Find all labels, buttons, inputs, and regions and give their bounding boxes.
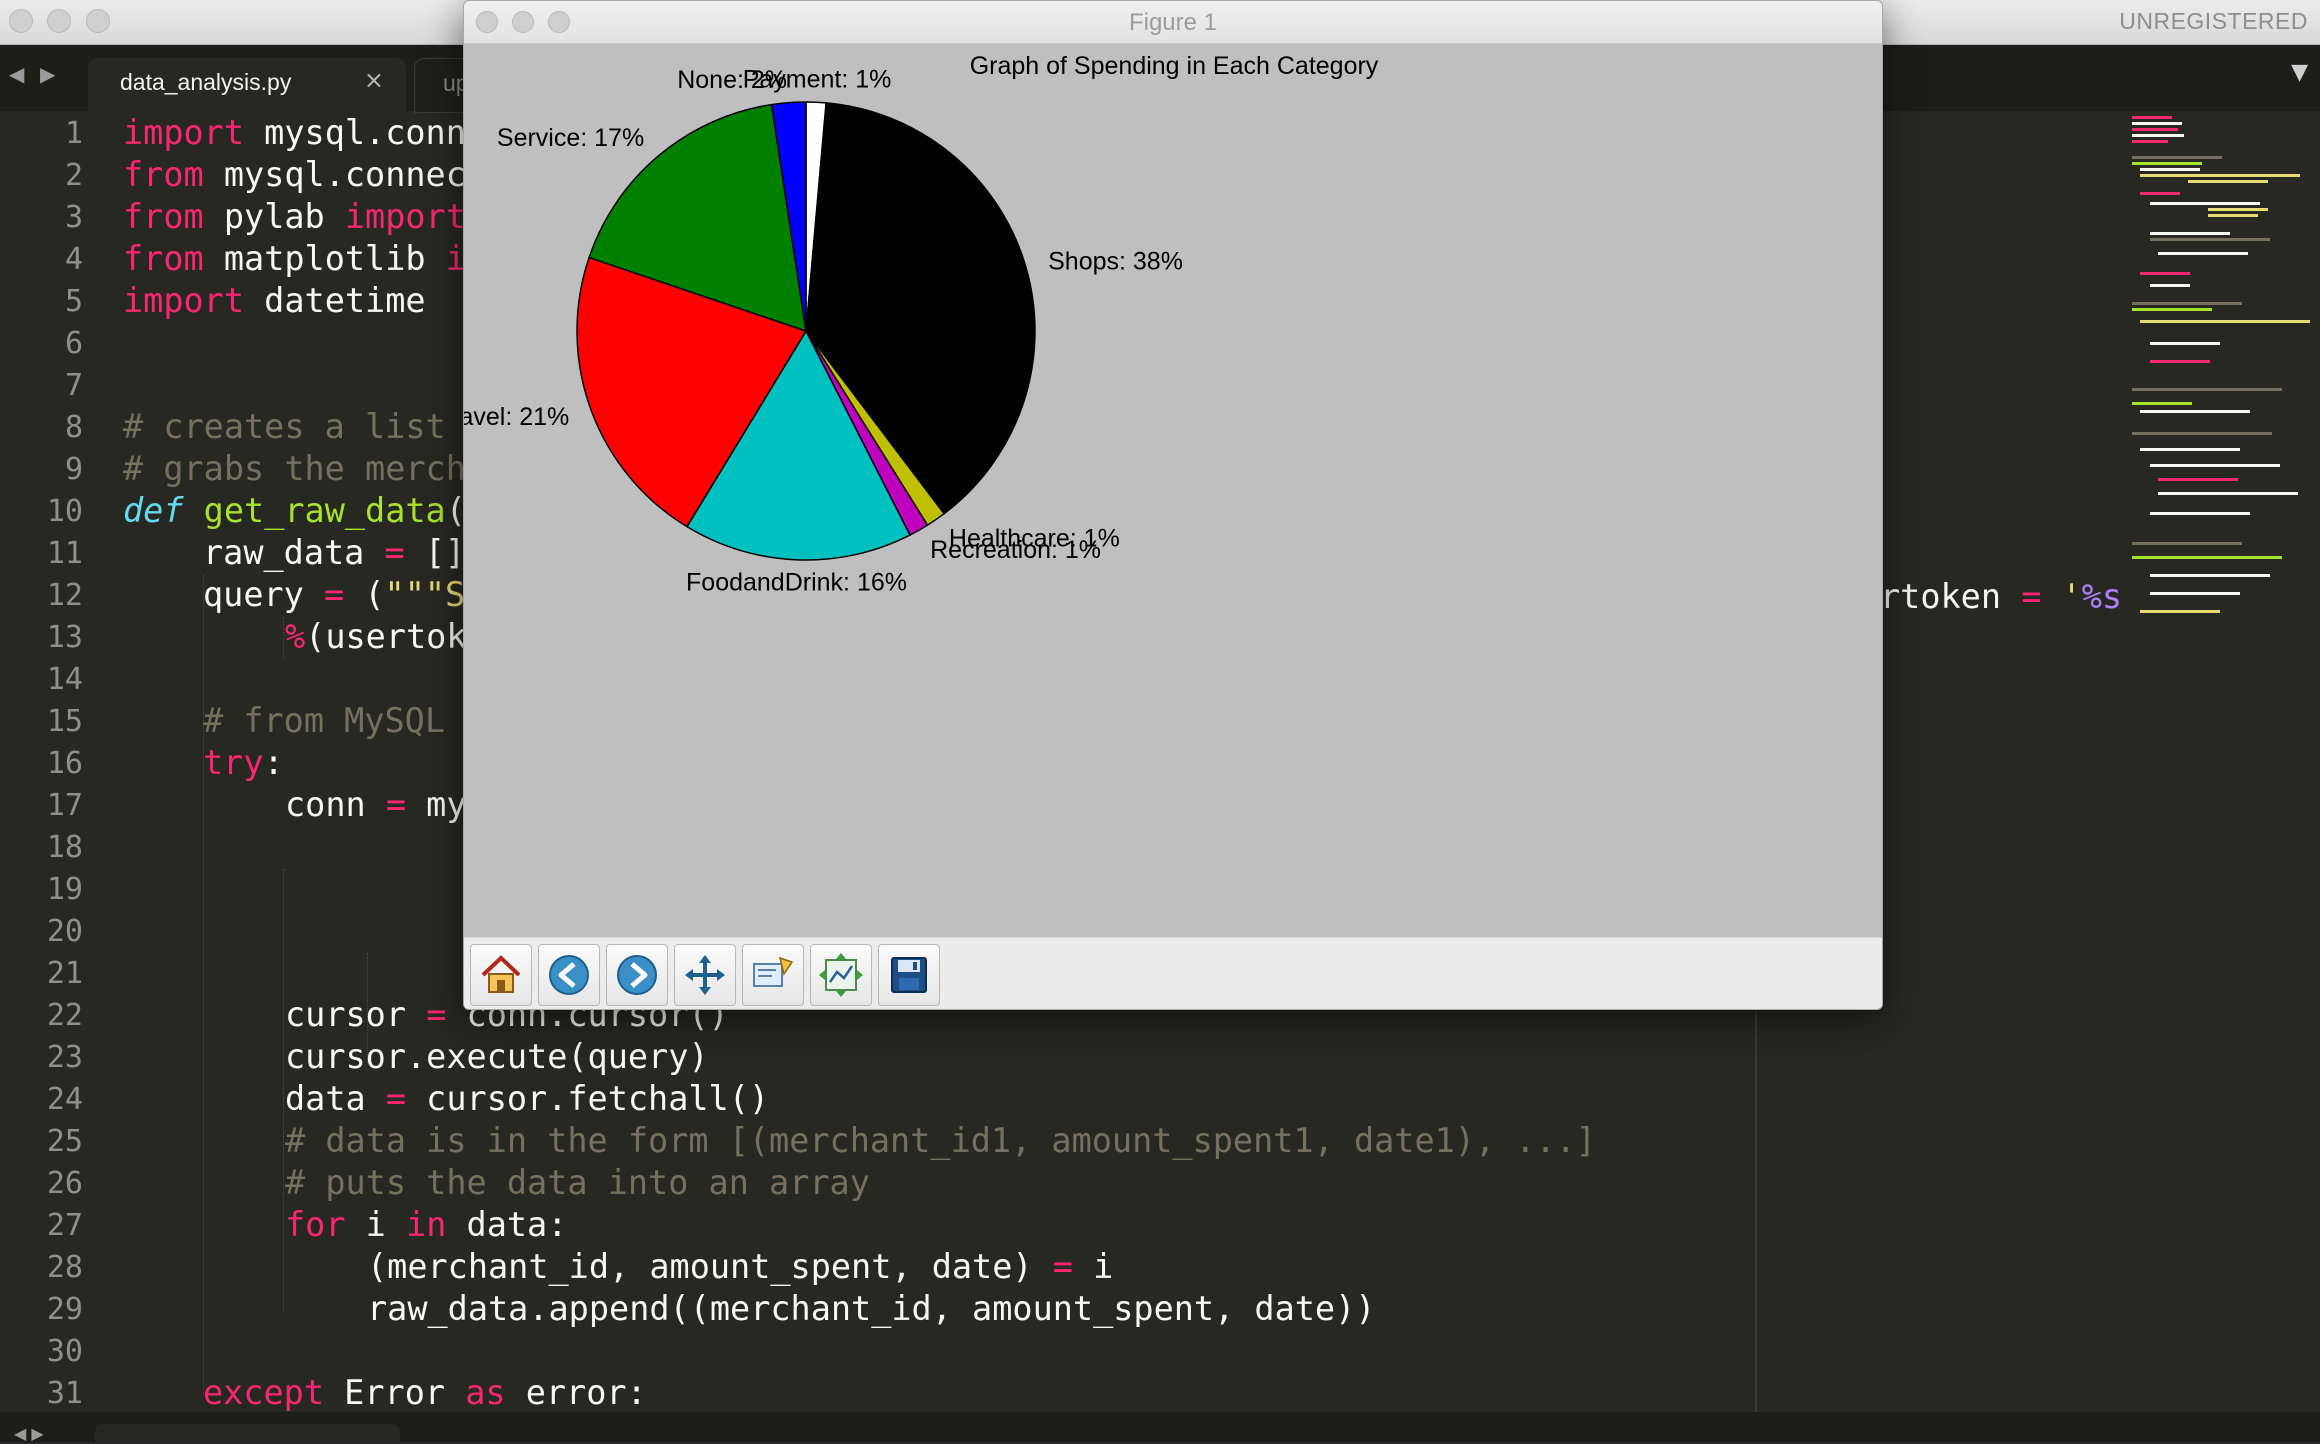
code-line: def get_raw_data(	[123, 491, 466, 530]
zoom-window-button[interactable]	[86, 9, 110, 33]
code-comment: # data is in the form [(merchant_id1, am…	[285, 1121, 1596, 1160]
figure-title: Figure 1	[1128, 9, 1218, 36]
code-line: %(usertok	[285, 617, 467, 656]
indent-guide	[203, 575, 204, 1395]
line-number: 20	[46, 914, 83, 949]
figure-window: Figure 1 Graph of Spending in Each Categ…	[463, 0, 1883, 1010]
line-number: 23	[46, 1040, 83, 1075]
line-number: 12	[46, 578, 83, 613]
line-number: 15	[46, 704, 83, 739]
chart-title: Graph of Spending in Each Category	[970, 52, 1379, 80]
pie-slice-label: Service: 17%	[497, 124, 644, 152]
tab-label: data_analysis.py	[120, 69, 292, 95]
line-number: 17	[46, 788, 83, 823]
code-line-fragment: rtoken = '%s	[1880, 577, 2123, 616]
code-line: query = ("""S	[203, 575, 466, 614]
line-number: 3	[64, 200, 83, 235]
code-comment: # from MySQL	[203, 701, 446, 740]
line-number: 30	[46, 1334, 83, 1369]
code-comment: # grabs the merch	[123, 449, 466, 488]
back-button[interactable]	[538, 944, 600, 1006]
code-line: conn = my	[285, 785, 467, 824]
line-number: 26	[46, 1166, 83, 1201]
code-line: from matplotlib i	[123, 239, 466, 278]
configure-subplots-button[interactable]	[810, 944, 872, 1006]
bottom-panel-tab[interactable]	[95, 1424, 400, 1444]
line-number: 16	[46, 746, 83, 781]
line-number: 21	[46, 956, 83, 991]
code-comment: # puts the data into an array	[285, 1163, 870, 1202]
line-number: 27	[46, 1208, 83, 1243]
code-line: for i in data:	[285, 1205, 568, 1244]
line-number: 22	[46, 998, 83, 1033]
line-number: 18	[46, 830, 83, 865]
pie-slice-label: Travel: 21%	[464, 403, 569, 431]
line-number: 25	[46, 1124, 83, 1159]
line-number: 8	[64, 410, 83, 445]
tab-close-icon[interactable]: ×	[364, 66, 384, 94]
line-number: 10	[46, 494, 83, 529]
indent-guide	[283, 869, 284, 1311]
pan-icon	[685, 955, 725, 995]
code-line: from mysql.connec	[123, 155, 466, 194]
line-number: 24	[46, 1082, 83, 1117]
forward-button[interactable]	[606, 944, 668, 1006]
code-line: (merchant_id, amount_spent, date) = i	[367, 1247, 1114, 1286]
pan-button[interactable]	[674, 944, 736, 1006]
line-number: 29	[46, 1292, 83, 1327]
tab-left-arrow-icon[interactable]: ◀	[9, 62, 24, 86]
line-number: 1	[64, 116, 83, 151]
line-number: 11	[46, 536, 83, 571]
line-number: 9	[64, 452, 83, 487]
code-line: from pylab import	[123, 197, 466, 236]
code-comment: # creates a list	[123, 407, 446, 446]
code-line: cursor.execute(query)	[285, 1037, 709, 1076]
code-line: import datetime	[123, 281, 426, 320]
line-number: 4	[64, 242, 83, 277]
minimize-window-button[interactable]	[47, 9, 71, 33]
unregistered-label: UNREGISTERED	[2119, 8, 2308, 34]
home-icon	[481, 955, 521, 993]
pie-slice-label: FoodandDrink: 16%	[686, 569, 907, 597]
line-number: 5	[64, 284, 83, 319]
close-window-button[interactable]	[9, 9, 33, 33]
code-line: except Error as error:	[203, 1373, 647, 1412]
pie-slice-label: Recreation: 1%	[930, 536, 1101, 564]
line-number: 28	[46, 1250, 83, 1285]
forward-arrow-icon	[617, 955, 657, 995]
pie-slice-label: Shops: 38%	[1048, 247, 1183, 275]
code-line: raw_data = []	[203, 533, 466, 572]
figure-toolbar	[464, 937, 1882, 1009]
pie-slices	[576, 101, 1036, 561]
code-line: data = cursor.fetchall()	[285, 1079, 770, 1118]
save-button[interactable]	[878, 944, 940, 1006]
line-number: 14	[46, 662, 83, 697]
zoom-button[interactable]	[742, 944, 804, 1006]
pie-chart: Graph of Spending in Each Category Payme…	[464, 52, 1379, 597]
tab-right-arrow-icon[interactable]: ▶	[40, 62, 55, 86]
line-number: 7	[64, 368, 83, 403]
tab-data-analysis[interactable]: data_analysis.py ×	[88, 58, 406, 111]
home-button[interactable]	[470, 944, 532, 1006]
pie-slice-label: None: 2%	[677, 66, 787, 94]
code-line: try:	[203, 743, 284, 782]
minimap[interactable]	[2128, 112, 2310, 632]
figure-titlebar: Figure 1	[464, 1, 1882, 44]
back-arrow-icon	[549, 955, 589, 995]
code-line: import mysql.conn	[123, 113, 466, 152]
line-number: 31	[46, 1376, 83, 1411]
code-line: raw_data.append((merchant_id, amount_spe…	[367, 1289, 1376, 1328]
line-number: 19	[46, 872, 83, 907]
tab-dropdown-icon[interactable]: ▼	[2291, 60, 2308, 85]
indent-guide	[283, 617, 284, 659]
save-icon	[891, 957, 927, 993]
configure-subplots-icon	[819, 953, 863, 997]
panel-arrows-icon[interactable]: ◀ ▶	[14, 1424, 44, 1443]
line-number: 6	[64, 326, 83, 361]
zoom-icon	[753, 956, 794, 987]
line-number: 13	[46, 620, 83, 655]
line-number: 2	[64, 158, 83, 193]
